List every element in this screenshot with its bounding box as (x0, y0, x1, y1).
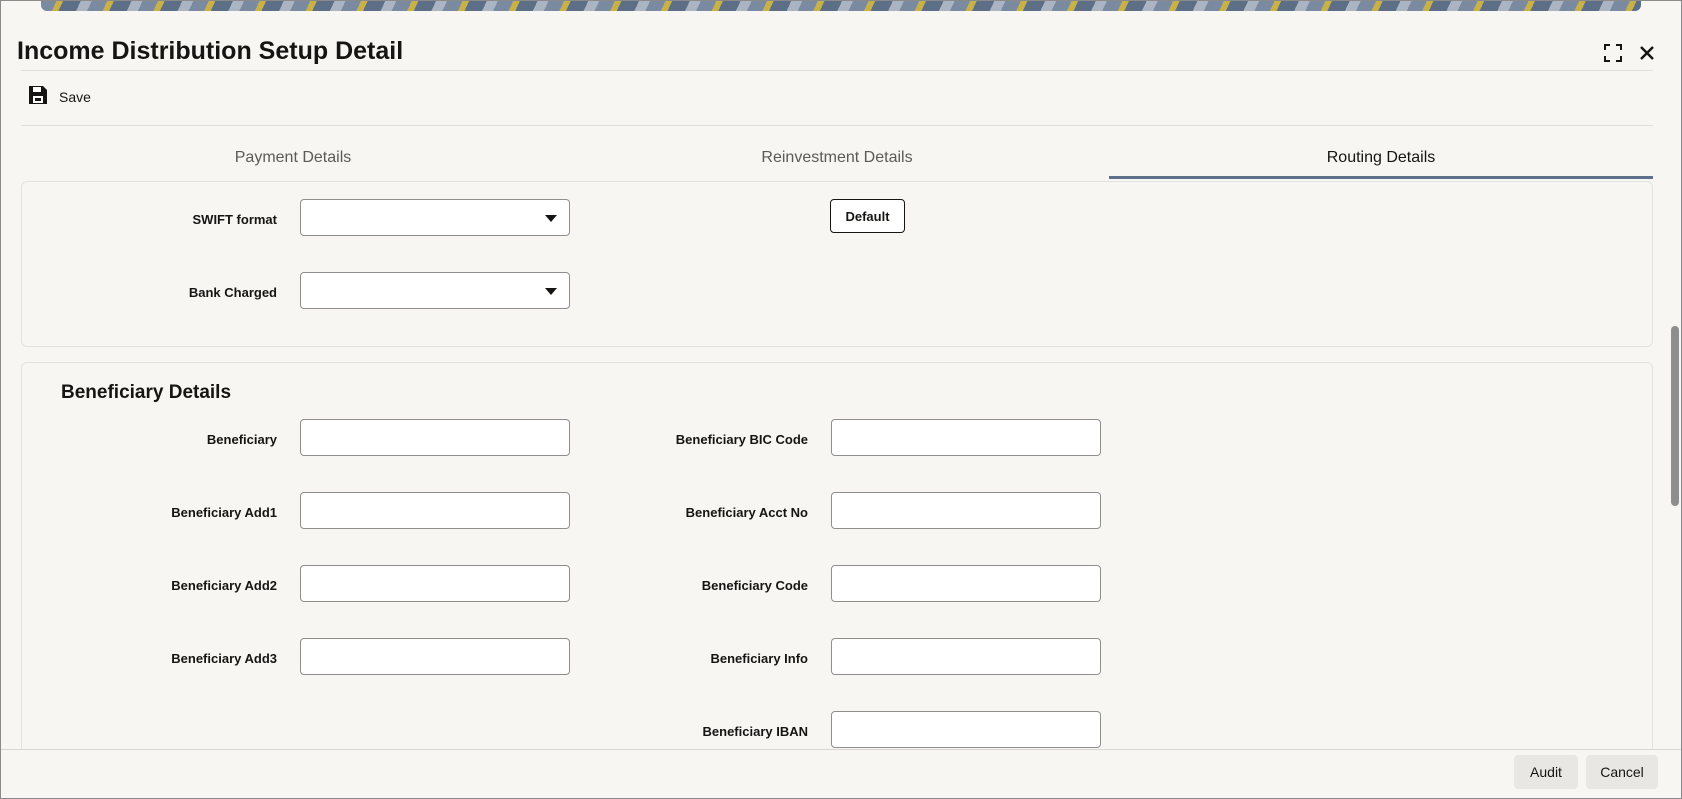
beneficiary-input[interactable] (300, 419, 570, 456)
tab-routing-details[interactable]: Routing Details (1109, 141, 1653, 179)
beneficiary-bic-code-label: Beneficiary BIC Code (675, 432, 808, 447)
vertical-scrollbar[interactable] (1671, 326, 1679, 506)
tab-bar: Payment Details Reinvestment Details Rou… (21, 141, 1653, 179)
bank-charged-label: Bank Charged (188, 285, 277, 300)
tab-reinvestment-details[interactable]: Reinvestment Details (565, 141, 1109, 179)
beneficiary-iban-input[interactable] (831, 711, 1101, 748)
save-button[interactable]: Save (27, 85, 91, 109)
title-separator (21, 70, 1653, 71)
beneficiary-label: Beneficiary (206, 432, 277, 447)
caret-down-icon (545, 215, 557, 222)
toolbar-separator (21, 125, 1653, 126)
floppy-disk-icon (27, 84, 49, 111)
beneficiary-section-title: Beneficiary Details (61, 382, 232, 403)
close-icon[interactable] (1633, 39, 1661, 67)
beneficiary-info-label: Beneficiary Info (710, 651, 808, 666)
beneficiary-info-input[interactable] (831, 638, 1101, 675)
beneficiary-add2-label: Beneficiary Add2 (171, 578, 277, 593)
swift-format-label: SWIFT format (192, 212, 278, 227)
beneficiary-bic-code-input[interactable] (831, 419, 1101, 456)
swift-format-select[interactable] (300, 199, 570, 236)
audit-button[interactable]: Audit (1514, 755, 1578, 789)
beneficiary-add1-input[interactable] (300, 492, 570, 529)
beneficiary-code-input[interactable] (831, 565, 1101, 602)
beneficiary-add2-input[interactable] (300, 565, 570, 602)
default-button[interactable]: Default (830, 199, 905, 233)
beneficiary-add3-input[interactable] (300, 638, 570, 675)
beneficiary-acct-no-label: Beneficiary Acct No (685, 505, 808, 520)
caret-down-icon (545, 288, 557, 295)
cancel-button[interactable]: Cancel (1586, 755, 1658, 789)
tab-payment-details[interactable]: Payment Details (21, 141, 565, 179)
beneficiary-iban-label: Beneficiary IBAN (702, 724, 808, 739)
bank-charged-select[interactable] (300, 272, 570, 309)
title-bar: Income Distribution Setup Detail (1, 11, 1681, 69)
footer-bar (1, 749, 1681, 798)
save-label: Save (59, 89, 91, 105)
header-banner (41, 1, 1641, 11)
page-title: Income Distribution Setup Detail (17, 37, 404, 65)
beneficiary-add1-label: Beneficiary Add1 (171, 505, 277, 520)
beneficiary-acct-no-input[interactable] (831, 492, 1101, 529)
beneficiary-add3-label: Beneficiary Add3 (171, 651, 277, 666)
beneficiary-code-label: Beneficiary Code (701, 578, 808, 593)
maximize-icon[interactable] (1599, 39, 1627, 67)
app-window: Income Distribution Setup Detail Save Pa… (0, 0, 1682, 799)
